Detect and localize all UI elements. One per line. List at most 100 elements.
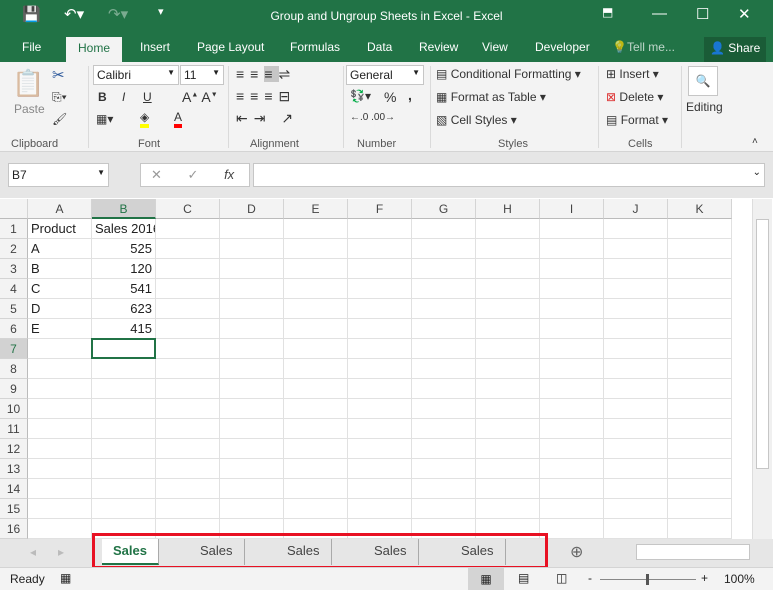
cell-E10[interactable] — [284, 399, 348, 419]
cell-H2[interactable] — [476, 239, 540, 259]
row-header-8[interactable]: 8 — [0, 359, 28, 379]
cell-D15[interactable] — [220, 499, 284, 519]
vertical-align-icons[interactable]: ≡≡≡⇌ — [236, 66, 296, 83]
cell-H12[interactable] — [476, 439, 540, 459]
cell-D9[interactable] — [220, 379, 284, 399]
indent-icons[interactable]: ⇤⇥ ↗ — [236, 110, 299, 127]
cell-I11[interactable] — [540, 419, 604, 439]
cell-D3[interactable] — [220, 259, 284, 279]
cell-E15[interactable] — [284, 499, 348, 519]
cell-E7[interactable] — [284, 339, 348, 359]
cell-J9[interactable] — [604, 379, 668, 399]
cell-K3[interactable] — [668, 259, 732, 279]
cell-B11[interactable] — [92, 419, 156, 439]
cell-C5[interactable] — [156, 299, 220, 319]
font-name-select[interactable]: Calibri ▼ — [93, 65, 179, 85]
cell-C15[interactable] — [156, 499, 220, 519]
cell-G8[interactable] — [412, 359, 476, 379]
cell-J7[interactable] — [604, 339, 668, 359]
cell-I14[interactable] — [540, 479, 604, 499]
cell-I6[interactable] — [540, 319, 604, 339]
cell-D10[interactable] — [220, 399, 284, 419]
vertical-scrollbar[interactable] — [752, 199, 772, 539]
new-sheet-button[interactable]: ⊕ — [570, 542, 583, 562]
cell-K16[interactable] — [668, 519, 732, 539]
tab-insert[interactable]: Insert — [140, 40, 170, 54]
cell-H9[interactable] — [476, 379, 540, 399]
cell-J5[interactable] — [604, 299, 668, 319]
collapse-ribbon-icon[interactable]: ˄ — [752, 136, 758, 147]
cell-F2[interactable] — [348, 239, 412, 259]
cell-K2[interactable] — [668, 239, 732, 259]
row-header-12[interactable]: 12 — [0, 439, 28, 459]
cell-D11[interactable] — [220, 419, 284, 439]
cell-H7[interactable] — [476, 339, 540, 359]
cell-B8[interactable] — [92, 359, 156, 379]
cell-C11[interactable] — [156, 419, 220, 439]
column-header-E[interactable]: E — [284, 199, 348, 219]
cell-B4[interactable]: 541 — [92, 279, 156, 299]
cell-H4[interactable] — [476, 279, 540, 299]
cell-K9[interactable] — [668, 379, 732, 399]
cell-E14[interactable] — [284, 479, 348, 499]
zoom-level[interactable]: 100% — [724, 572, 755, 586]
cell-E11[interactable] — [284, 419, 348, 439]
cell-D1[interactable] — [220, 219, 284, 239]
cell-G9[interactable] — [412, 379, 476, 399]
tab-review[interactable]: Review — [419, 40, 458, 54]
cell-H10[interactable] — [476, 399, 540, 419]
row-header-11[interactable]: 11 — [0, 419, 28, 439]
cell-G10[interactable] — [412, 399, 476, 419]
cell-K5[interactable] — [668, 299, 732, 319]
column-header-D[interactable]: D — [220, 199, 284, 219]
cell-B12[interactable] — [92, 439, 156, 459]
insert-function-icon[interactable]: fx — [224, 167, 234, 182]
cell-C9[interactable] — [156, 379, 220, 399]
paste-icon[interactable]: 📋 — [12, 68, 44, 99]
cell-D13[interactable] — [220, 459, 284, 479]
decimal-icons[interactable]: ←.0 .00→ — [350, 112, 395, 123]
cell-F1[interactable] — [348, 219, 412, 239]
cell-K11[interactable] — [668, 419, 732, 439]
scroll-tabs-left-icon[interactable]: ◂ — [30, 545, 36, 559]
zoom-slider[interactable] — [600, 574, 696, 585]
row-header-13[interactable]: 13 — [0, 459, 28, 479]
cell-J15[interactable] — [604, 499, 668, 519]
cell-G3[interactable] — [412, 259, 476, 279]
cell-A13[interactable] — [28, 459, 92, 479]
number-format-select[interactable]: General ▼ — [346, 65, 424, 85]
cell-F5[interactable] — [348, 299, 412, 319]
close-button[interactable]: ✕ — [738, 5, 751, 23]
column-header-I[interactable]: I — [540, 199, 604, 219]
cell-A1[interactable]: Product — [28, 219, 92, 239]
row-header-7[interactable]: 7 — [0, 339, 28, 359]
row-header-9[interactable]: 9 — [0, 379, 28, 399]
row-header-16[interactable]: 16 — [0, 519, 28, 539]
scroll-tabs-right-icon[interactable]: ▸ — [58, 545, 64, 559]
cut-icon[interactable]: ✂ — [52, 66, 65, 84]
cell-D2[interactable] — [220, 239, 284, 259]
cell-E3[interactable] — [284, 259, 348, 279]
column-header-C[interactable]: C — [156, 199, 220, 219]
cell-H6[interactable] — [476, 319, 540, 339]
comma-button[interactable]: , — [408, 87, 412, 103]
cell-H13[interactable] — [476, 459, 540, 479]
cell-C10[interactable] — [156, 399, 220, 419]
column-header-B[interactable]: B — [92, 199, 156, 219]
minimize-button[interactable]: — — [652, 5, 667, 22]
cell-E13[interactable] — [284, 459, 348, 479]
cell-I10[interactable] — [540, 399, 604, 419]
cell-J4[interactable] — [604, 279, 668, 299]
cell-E8[interactable] — [284, 359, 348, 379]
cell-A6[interactable]: E — [28, 319, 92, 339]
column-header-G[interactable]: G — [412, 199, 476, 219]
format-cells-button[interactable]: ▤ Format ▾ — [606, 113, 668, 127]
cell-J12[interactable] — [604, 439, 668, 459]
cell-J6[interactable] — [604, 319, 668, 339]
cell-J10[interactable] — [604, 399, 668, 419]
macro-recording-icon[interactable]: ▦ — [60, 571, 71, 585]
row-header-6[interactable]: 6 — [0, 319, 28, 339]
cell-E12[interactable] — [284, 439, 348, 459]
cell-I9[interactable] — [540, 379, 604, 399]
name-box[interactable]: B7 ▼ — [8, 163, 109, 187]
